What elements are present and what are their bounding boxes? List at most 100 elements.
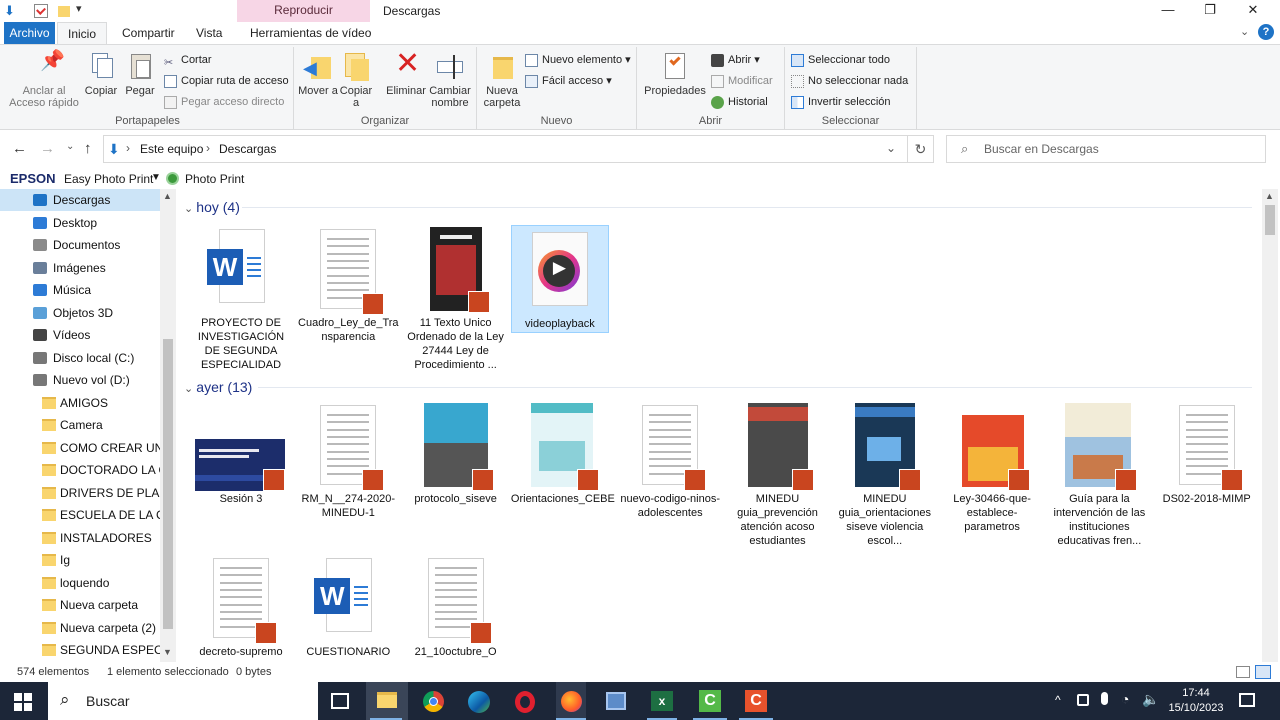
photo-print-button[interactable]: Photo Print	[185, 172, 244, 186]
nav-item[interactable]: Documentos	[0, 234, 160, 256]
recent-locations-icon[interactable]: ⌄	[66, 141, 74, 152]
wifi-icon[interactable]: ◔	[1121, 691, 1129, 707]
copy-to-button[interactable]: Copiar a	[338, 51, 374, 109]
nav-item[interactable]: INSTALADORES	[0, 527, 160, 549]
rename-button[interactable]: Cambiar nombre	[428, 51, 472, 109]
file-item[interactable]: Cuadro_Ley_de_Transparencia	[296, 225, 400, 344]
select-all-button[interactable]: Seleccionar todo	[791, 51, 890, 69]
content-scrollbar[interactable]: ▲	[1262, 189, 1278, 662]
file-item[interactable]: decreto-supremo	[189, 554, 293, 659]
nav-item[interactable]: Camera	[0, 414, 160, 436]
back-arrow-icon[interactable]: ←	[12, 140, 27, 157]
video-context-tab[interactable]: Reproducir	[237, 0, 370, 22]
paste-button[interactable]: Pegar	[122, 51, 158, 97]
file-item[interactable]: protocolo_siseve	[404, 401, 508, 506]
pin-quick-access-button[interactable]: 📌 Anclar al Acceso rápido	[6, 51, 82, 109]
details-view-icon[interactable]	[1236, 666, 1250, 678]
breadcrumb-descargas[interactable]: Descargas	[219, 142, 276, 156]
nav-item[interactable]: SEGUNDA ESPECIAL	[0, 639, 160, 661]
task-view-icon[interactable]	[331, 693, 349, 709]
nav-item[interactable]: Nuevo vol (D:)	[0, 369, 160, 391]
meet-now-icon[interactable]	[1077, 694, 1089, 706]
move-to-button[interactable]: ◀ Mover a	[298, 51, 338, 97]
edit-button[interactable]: Modificar	[711, 72, 773, 90]
file-item[interactable]: 21_10octubre_O	[404, 554, 508, 659]
scroll-up-icon[interactable]: ▲	[1265, 191, 1274, 201]
edge-icon[interactable]	[468, 691, 490, 713]
refresh-icon[interactable]: ↻	[908, 135, 934, 163]
nav-item[interactable]: DRIVERS DE PLACA	[0, 482, 160, 504]
properties-button[interactable]: Propiedades	[641, 51, 709, 97]
open-button[interactable]: Abrir ▾	[711, 51, 760, 69]
file-item[interactable]: W PROYECTO DE INVESTIGACIÓN DE SEGUNDA ES…	[189, 225, 293, 372]
nav-item[interactable]: Descargas	[0, 189, 160, 211]
file-item[interactable]: 11 Texto Unico Ordenado de la Ley 27444 …	[404, 225, 508, 372]
camtasia-orange-icon[interactable]: C	[739, 682, 773, 720]
file-explorer-taskbar-button[interactable]	[366, 682, 408, 720]
new-folder-icon[interactable]	[58, 6, 70, 17]
taskbar-search-box[interactable]: ⌕ Buscar	[48, 682, 318, 720]
customize-toolbar-icon[interactable]: ▾	[76, 2, 82, 15]
maximize-button[interactable]: ❐	[1200, 2, 1220, 20]
file-item[interactable]: MINEDU guia_orientaciones siseve violenc…	[833, 401, 937, 548]
download-icon[interactable]: ⬇	[4, 4, 16, 18]
nav-item[interactable]: loquendo	[0, 572, 160, 594]
nav-item[interactable]: Imágenes	[0, 257, 160, 279]
volume-icon[interactable]: 🔈	[1142, 691, 1159, 708]
large-icons-view-icon[interactable]	[1255, 665, 1271, 679]
nav-item[interactable]: ESCUELA DE LA CON	[0, 504, 160, 526]
breadcrumb-este-equipo[interactable]: Este equipo	[140, 142, 203, 156]
tab-archivo[interactable]: Archivo	[4, 22, 55, 44]
windows-start-icon[interactable]	[14, 693, 32, 711]
nav-item[interactable]: Desktop	[0, 212, 160, 234]
camtasia-green-icon[interactable]: C	[693, 682, 727, 720]
file-item[interactable]: Guía para la intervención de las institu…	[1047, 401, 1151, 548]
nav-item[interactable]: Disco local (C:)	[0, 347, 160, 369]
search-input[interactable]: ⌕ Buscar en Descargas	[946, 135, 1266, 163]
nav-item[interactable]: Música	[0, 279, 160, 301]
group-header-hoy[interactable]: ⌄ hoy (4)	[184, 196, 240, 218]
scroll-up-icon[interactable]: ▲	[163, 191, 172, 201]
content-scroll-thumb[interactable]	[1265, 205, 1275, 235]
firefox-icon[interactable]	[556, 682, 586, 720]
chevron-down-icon[interactable]: ▼	[151, 172, 161, 183]
invert-selection-button[interactable]: Invertir selección	[791, 93, 891, 111]
nav-scroll-thumb[interactable]	[163, 339, 173, 629]
tab-vista[interactable]: Vista	[186, 22, 232, 44]
nav-item[interactable]: Nueva carpeta (2)	[0, 617, 160, 639]
excel-icon[interactable]: x	[647, 682, 679, 720]
scroll-down-icon[interactable]: ▼	[163, 647, 172, 657]
file-item[interactable]: Ley-30466-que-establece-parametros	[940, 401, 1044, 534]
opera-icon[interactable]	[515, 691, 535, 713]
tab-herramientas-video[interactable]: Herramientas de vídeo	[240, 22, 381, 44]
nav-scrollbar[interactable]: ▲ ▼	[160, 189, 176, 662]
nav-item[interactable]: DOCTORADO LA CA	[0, 459, 160, 481]
new-folder-button[interactable]: Nueva carpeta	[481, 51, 523, 109]
up-arrow-icon[interactable]: ↑	[84, 140, 92, 157]
nav-item[interactable]: Vídeos	[0, 324, 160, 346]
nav-item[interactable]: COMO CREAR UN TA	[0, 437, 160, 459]
group-header-ayer[interactable]: ⌄ ayer (13)	[184, 376, 252, 398]
copy-button[interactable]: Copiar	[82, 51, 120, 97]
help-icon[interactable]: ?	[1258, 24, 1274, 40]
file-item[interactable]: RM_N__274-2020-MINEDU-1	[296, 401, 400, 520]
file-item[interactable]: MINEDU guia_prevención atención acoso es…	[726, 401, 830, 548]
easy-access-button[interactable]: Fácil acceso ▾	[525, 72, 612, 90]
collapse-ribbon-icon[interactable]: ⌄	[1240, 25, 1249, 38]
tab-inicio[interactable]: Inicio	[57, 22, 108, 44]
nav-item[interactable]: Objetos 3D	[0, 302, 160, 324]
nav-item[interactable]: Nueva carpeta	[0, 594, 160, 616]
cut-button[interactable]: ✂ Cortar	[164, 51, 212, 69]
nav-item[interactable]: Ig	[0, 549, 160, 571]
microphone-icon[interactable]	[1101, 692, 1108, 705]
new-item-button[interactable]: Nuevo elemento ▾	[525, 51, 631, 69]
file-item[interactable]: ▶ videoplayback	[510, 225, 609, 333]
tab-compartir[interactable]: Compartir	[112, 22, 185, 44]
file-item[interactable]: Orientaciones_CEBE	[511, 401, 615, 506]
forward-arrow-icon[interactable]: →	[40, 140, 55, 157]
easy-photo-print-button[interactable]: Easy Photo Print	[64, 172, 153, 186]
address-dropdown-icon[interactable]: ⌄	[886, 141, 896, 155]
delete-button[interactable]: ✕ Eliminar	[382, 49, 430, 98]
address-box[interactable]: ⬇ › Este equipo › Descargas ⌄	[103, 135, 908, 163]
file-item[interactable]: Sesión 3	[189, 401, 293, 506]
